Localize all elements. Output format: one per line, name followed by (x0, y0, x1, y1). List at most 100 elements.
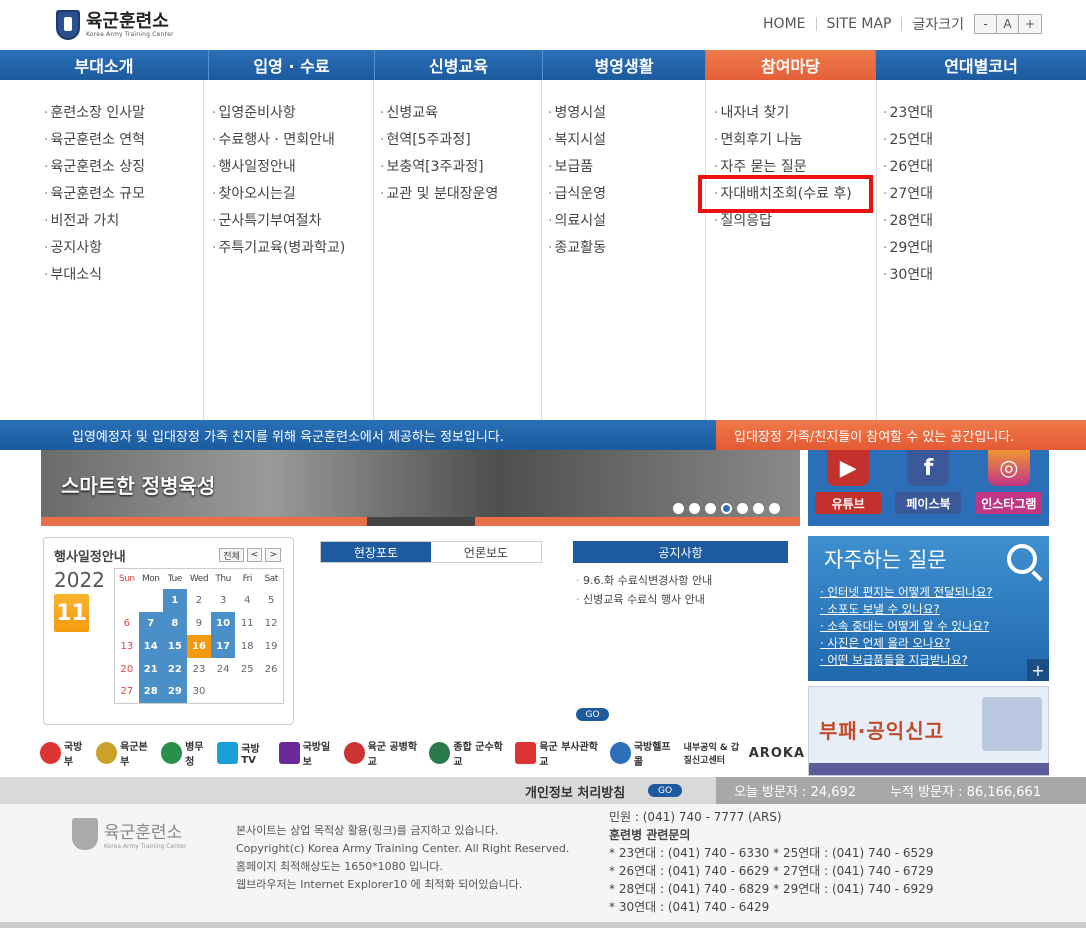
nav-training[interactable]: 신병교육 (375, 50, 543, 80)
partner-link[interactable]: 국방헬프콜 (609, 738, 678, 768)
privacy-link[interactable]: 개인정보 처리방침 (525, 782, 625, 801)
report-banner[interactable]: 부패·공익신고 (808, 686, 1049, 776)
submenu-item[interactable]: 내자녀 찾기 (714, 105, 876, 132)
submenu-item[interactable]: 행사일정안내 (212, 159, 373, 186)
tab-field-photo[interactable]: 현장포토 (321, 542, 431, 562)
submenu-item[interactable]: 복지시설 (548, 132, 705, 159)
submenu-item[interactable]: 육군훈련소 연혁 (44, 132, 203, 159)
calendar-day[interactable]: 1 (162, 588, 187, 612)
calendar-day[interactable]: 15 (162, 634, 187, 658)
submenu-item[interactable]: 의료시설 (548, 213, 705, 240)
submenu-item[interactable]: 공지사항 (44, 240, 203, 267)
partner-link[interactable]: 국방TV (217, 740, 272, 766)
font-decrease-button[interactable]: - (975, 15, 997, 33)
tab-press[interactable]: 언론보도 (431, 542, 541, 562)
calendar-day[interactable]: 14 (138, 634, 163, 658)
calendar-day[interactable]: 7 (138, 611, 163, 635)
site-logo[interactable]: 육군훈련소 Korea Army Training Center (56, 10, 174, 40)
submenu-item[interactable]: 신병교육 (380, 105, 541, 132)
event-schedule: 행사일정안내 전체 < > 2022 11 Sun Mon Tue Wed Thu Fri… (43, 537, 294, 725)
submenu-item[interactable]: 29연대 (883, 240, 1086, 267)
submenu-item[interactable]: 찾아오시는길 (212, 186, 373, 213)
partner-link[interactable]: 내부공익 & 갑질신고센터 (684, 740, 743, 766)
home-link[interactable]: HOME (763, 16, 805, 32)
all-button[interactable]: 전체 (219, 548, 244, 562)
partner-link[interactable]: 육군 부사관학교 (515, 738, 604, 768)
submenu-item[interactable]: 수료행사 · 면회안내 (212, 132, 373, 159)
submenu-item[interactable]: 질의응답 (714, 213, 876, 240)
submenu-item[interactable]: 30연대 (883, 267, 1086, 294)
next-month-button[interactable]: > (265, 548, 281, 562)
submenu-item[interactable]: 병영시설 (548, 105, 705, 132)
nav-enlistment[interactable]: 입영 · 수료 (209, 50, 375, 80)
submenu-item[interactable]: 군사특기부여절차 (212, 213, 373, 240)
partner-link[interactable]: 병무청 (161, 738, 211, 768)
submenu-item[interactable]: 현역[5주과정] (380, 132, 541, 159)
submenu-item[interactable]: 교관 및 분대장운영 (380, 186, 541, 213)
submenu-item[interactable]: 보급품 (548, 159, 705, 186)
partner-link[interactable]: 국방부 (40, 738, 90, 768)
pager-dot[interactable] (705, 503, 716, 514)
nav-about[interactable]: 부대소개 (0, 50, 209, 80)
pager-dot[interactable] (737, 503, 748, 514)
notice-item[interactable]: 신병교육 수료식 행사 안내 (576, 591, 712, 610)
calendar-day[interactable]: 21 (138, 657, 163, 681)
media-tabs: 현장포토 언론보도 (320, 541, 542, 563)
submenu-item[interactable]: 25연대 (883, 132, 1086, 159)
calendar-day[interactable]: 8 (162, 611, 187, 635)
submenu-item[interactable]: 주특기교육(병과학교) (212, 240, 373, 267)
pager-dot[interactable] (769, 503, 780, 514)
submenu-item[interactable]: 육군훈련소 규모 (44, 186, 203, 213)
calendar-day[interactable]: 22 (162, 657, 187, 681)
notice-item[interactable]: 9.6.화 수료식변경사항 안내 (576, 572, 712, 591)
submenu-item[interactable]: 육군훈련소 상징 (44, 159, 203, 186)
faq-more-button[interactable]: + (1027, 659, 1049, 681)
submenu-item[interactable]: 비전과 가치 (44, 213, 203, 240)
submenu-item[interactable]: 부대소식 (44, 267, 203, 294)
privacy-go-button[interactable]: GO (648, 784, 682, 797)
faq-item[interactable]: 사진은 언제 올라 오나요? (820, 635, 993, 652)
sitemap-link[interactable]: SITE MAP (827, 16, 892, 32)
instagram-link[interactable]: ◎ 인스타그램 (975, 450, 1042, 514)
partner-link[interactable]: 국방일보 (278, 738, 338, 768)
main-banner[interactable]: 스마트한 정병육성 (41, 450, 800, 526)
submenu-item[interactable]: 27연대 (883, 186, 1086, 213)
calendar-day: 5 (267, 594, 275, 606)
faq-item[interactable]: 인터넷 편지는 어떻게 전달되나요? (820, 584, 992, 601)
calendar-day[interactable]: 17 (211, 634, 236, 658)
partner-link[interactable]: AROKA (749, 746, 805, 761)
calendar-day[interactable]: 29 (162, 680, 187, 704)
partner-link[interactable]: 종합 군수학교 (429, 738, 509, 768)
submenu-item[interactable]: 입영준비사항 (212, 105, 373, 132)
partner-link[interactable]: 육군 공병학교 (343, 738, 424, 768)
submenu-item[interactable]: 급식운영 (548, 186, 705, 213)
faq-item[interactable]: 어떤 보급품들을 지급받나요? (820, 652, 993, 669)
youtube-link[interactable]: ▶ 유튜브 (815, 450, 882, 514)
pager-dot[interactable] (673, 503, 684, 514)
calendar-day[interactable]: 16 (186, 634, 212, 658)
notice-go-button[interactable]: GO (576, 708, 609, 721)
pager-dot[interactable] (753, 503, 764, 514)
submenu-item[interactable]: 23연대 (883, 105, 1086, 132)
nav-regiments[interactable]: 연대별코너 (876, 50, 1086, 80)
facebook-link[interactable]: f 페이스북 (895, 450, 962, 514)
submenu-item[interactable]: 종교활동 (548, 240, 705, 267)
notice-tab[interactable]: 공지사항 (573, 541, 788, 563)
partner-link[interactable]: 육군본부 (96, 738, 155, 768)
calendar-day[interactable]: 10 (211, 611, 236, 635)
prev-month-button[interactable]: < (246, 548, 263, 562)
submenu-item[interactable]: 면회후기 나눔 (714, 132, 876, 159)
pager-dot-active[interactable] (721, 503, 732, 514)
faq-item[interactable]: 소포도 보낼 수 있나요? (820, 601, 993, 618)
nav-barracks[interactable]: 병영생활 (543, 50, 706, 80)
nav-participation[interactable]: 참여마당 (706, 50, 876, 80)
submenu-item[interactable]: 훈련소장 인사말 (44, 105, 203, 132)
pager-dot[interactable] (689, 503, 700, 514)
submenu-item[interactable]: 보충역[3주과정] (380, 159, 541, 186)
submenu-item[interactable]: 28연대 (883, 213, 1086, 240)
submenu-item[interactable]: 26연대 (883, 159, 1086, 186)
faq-item[interactable]: 소속 중대는 어떻게 알 수 있나요? (820, 618, 993, 635)
font-reset-button[interactable]: A (997, 15, 1019, 33)
font-increase-button[interactable]: + (1019, 15, 1041, 33)
calendar-day[interactable]: 28 (138, 680, 163, 704)
